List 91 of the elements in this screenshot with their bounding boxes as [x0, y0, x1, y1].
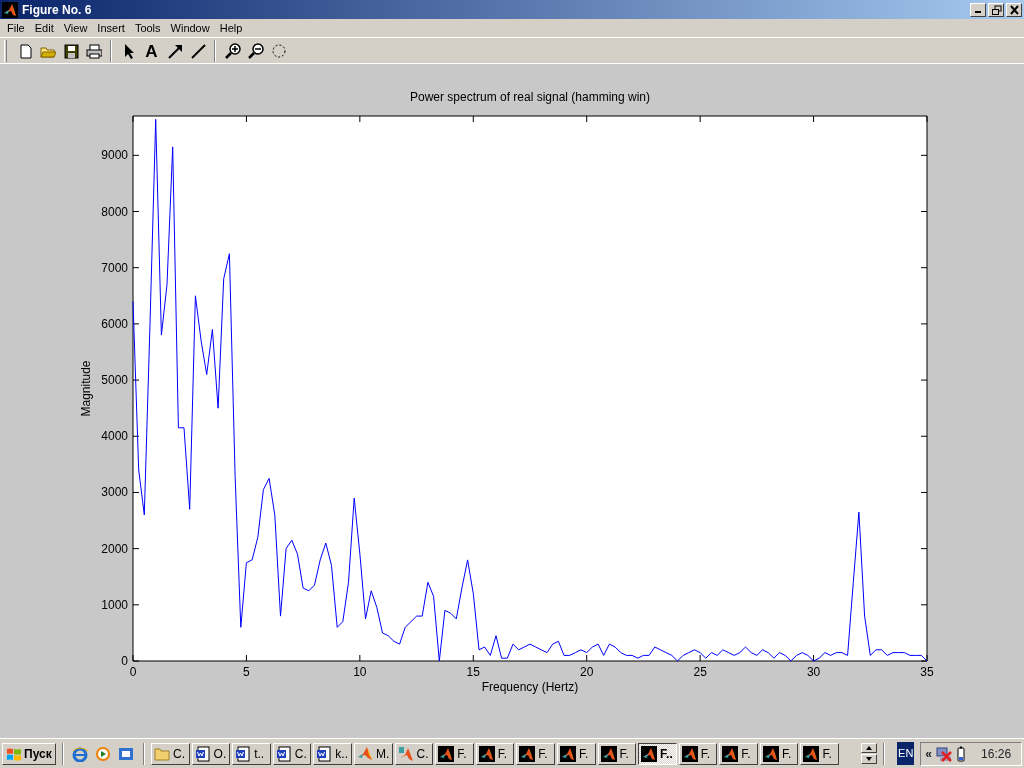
- menu-item[interactable]: Tools: [129, 19, 166, 37]
- task-button[interactable]: C.: [272, 742, 312, 765]
- network-disconnected-icon[interactable]: [936, 745, 953, 762]
- task-button[interactable]: C.: [394, 742, 434, 765]
- task-button[interactable]: k..: [313, 742, 352, 765]
- tick-label: 5: [243, 665, 250, 679]
- tick-label: 5000: [101, 373, 128, 388]
- minimize-icon: [975, 10, 981, 13]
- matlab-icon: [762, 745, 779, 762]
- y-axis-label: Magnitude: [79, 360, 93, 417]
- close-icon: [1008, 4, 1020, 15]
- line-icon[interactable]: [189, 43, 206, 59]
- document-icon: [275, 745, 292, 762]
- matlab-icon: [600, 745, 617, 762]
- menu-item[interactable]: View: [58, 19, 93, 37]
- window-title: Figure No. 6: [22, 1, 93, 19]
- matlab-icon: [641, 745, 658, 762]
- task-button[interactable]: F.: [556, 742, 596, 765]
- tick-label: 0: [121, 654, 128, 668]
- matlab-icon: [722, 745, 739, 762]
- tick-label: 4000: [101, 429, 128, 444]
- tick-label: 35: [920, 665, 934, 679]
- task-button[interactable]: t..: [232, 742, 271, 765]
- task-button[interactable]: F.: [800, 742, 840, 765]
- tick-label: 15: [466, 665, 480, 679]
- restore-icon: [990, 4, 1002, 15]
- task-button[interactable]: F.: [759, 742, 799, 765]
- menu-item[interactable]: Window: [165, 19, 215, 37]
- document-icon: [235, 745, 252, 762]
- text-tool-button[interactable]: A: [140, 40, 163, 62]
- task-button[interactable]: F.: [435, 742, 474, 765]
- task-button[interactable]: F.: [678, 742, 718, 765]
- document-icon: [316, 745, 333, 762]
- arrow-icon[interactable]: [166, 43, 183, 59]
- tick-label: 7000: [101, 260, 128, 275]
- mail-icon[interactable]: [118, 745, 135, 762]
- task-button[interactable]: F.: [719, 742, 758, 765]
- zoom-in-icon[interactable]: [224, 43, 241, 59]
- printer-icon[interactable]: [85, 43, 102, 59]
- menu-item[interactable]: Help: [214, 19, 248, 37]
- up-arrow-icon: [866, 746, 873, 750]
- x-axis-label: Frequency (Hertz): [481, 680, 579, 694]
- document-icon: [194, 745, 211, 762]
- scroll-down-button[interactable]: [861, 754, 878, 764]
- scroll-up-button[interactable]: [861, 743, 878, 753]
- matlab-icon: [803, 745, 820, 762]
- task-button[interactable]: F.: [475, 742, 515, 765]
- matlab-icon: [519, 745, 536, 762]
- menu-item[interactable]: Edit: [29, 19, 59, 37]
- tick-label: 9000: [101, 148, 128, 163]
- media-player-icon[interactable]: [95, 745, 112, 762]
- matlab-icon: [397, 745, 414, 762]
- tick-label: 6000: [101, 316, 128, 331]
- task-button[interactable]: M.: [353, 742, 393, 765]
- minimize-button[interactable]: [970, 2, 986, 17]
- task-button[interactable]: O.: [191, 742, 231, 765]
- matlab-icon: [438, 745, 455, 762]
- start-button[interactable]: Пуск: [2, 742, 56, 765]
- chart-title: Power spectrum of real signal (hamming win): [409, 90, 651, 104]
- clock: 16:26: [981, 745, 1012, 763]
- tick-label: 10: [353, 665, 367, 679]
- browser-icon[interactable]: [72, 745, 89, 762]
- task-button[interactable]: F.: [597, 742, 637, 765]
- rotate-icon[interactable]: [270, 43, 287, 59]
- task-button[interactable]: F..: [638, 742, 677, 765]
- folder-icon: [153, 745, 170, 762]
- matlab-icon: [2, 2, 18, 19]
- down-arrow-icon: [866, 757, 873, 761]
- tick-label: 2000: [101, 541, 128, 556]
- task-button[interactable]: C.: [150, 742, 190, 765]
- tick-label: 30: [806, 665, 821, 679]
- matlab-icon: [356, 745, 373, 762]
- matlab-icon: [559, 745, 576, 762]
- zoom-out-icon[interactable]: [247, 43, 264, 59]
- battery-icon[interactable]: [956, 745, 967, 762]
- restore-button[interactable]: [988, 2, 1004, 17]
- matlab-icon: [478, 745, 495, 762]
- tick-label: 8000: [101, 204, 128, 219]
- close-button[interactable]: [1006, 2, 1022, 17]
- windows-logo-icon: [6, 746, 22, 761]
- matlab-icon: [681, 745, 698, 762]
- tick-label: 3000: [101, 485, 128, 500]
- language-indicator[interactable]: EN: [897, 742, 915, 765]
- task-button[interactable]: F.: [516, 742, 555, 765]
- tick-label: 25: [693, 665, 707, 679]
- tick-label: 20: [580, 665, 594, 679]
- tick-label: 0: [129, 665, 137, 679]
- menu-item[interactable]: File: [2, 19, 30, 37]
- menu-item[interactable]: Insert: [92, 19, 130, 37]
- tray-expand-button[interactable]: «: [925, 744, 933, 763]
- tick-label: 1000: [101, 597, 128, 612]
